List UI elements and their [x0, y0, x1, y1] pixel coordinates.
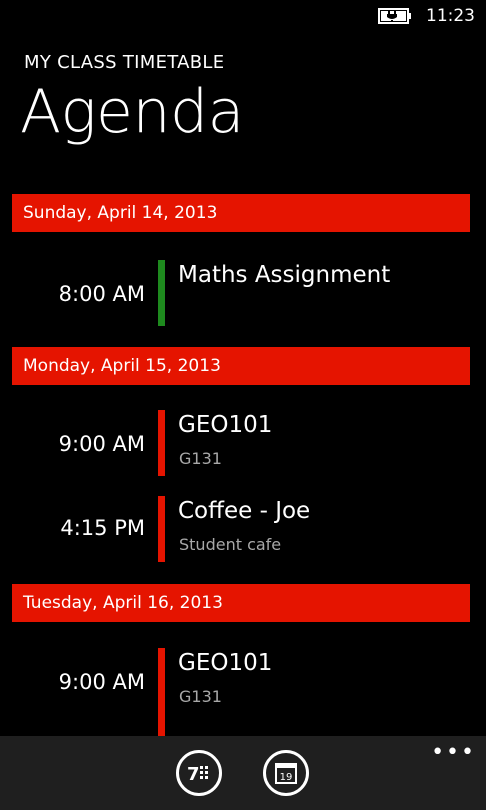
day-header: Sunday, April 14, 2013 [12, 194, 470, 232]
event-time: 9:00 AM [58, 432, 145, 456]
calendar-button[interactable]: 19 [263, 750, 309, 796]
battery-charging-icon [378, 8, 411, 24]
agenda-event[interactable]: 9:00 AM GEO101 G131 [0, 410, 486, 480]
event-color-bar [158, 410, 165, 476]
event-color-bar [158, 496, 165, 562]
more-options-icon[interactable]: ••• [431, 742, 476, 764]
event-color-bar [158, 260, 165, 326]
day-header: Tuesday, April 16, 2013 [12, 584, 470, 622]
page-title: Agenda [20, 77, 244, 147]
event-location: G131 [179, 449, 222, 468]
agenda-event[interactable]: 8:00 AM Maths Assignment [0, 260, 486, 330]
svg-text:19: 19 [280, 772, 293, 783]
agenda-event[interactable]: 9:00 AM GEO101 G131 [0, 648, 486, 736]
week-view-button[interactable]: 7 [176, 750, 222, 796]
calendar-icon: 19 [275, 763, 297, 784]
app-title: MY CLASS TIMETABLE [24, 52, 225, 73]
event-color-bar [158, 648, 165, 736]
event-time: 9:00 AM [58, 670, 145, 694]
event-title: Maths Assignment [178, 262, 391, 288]
agenda-event[interactable]: 4:15 PM Coffee - Joe Student cafe [0, 496, 486, 566]
week-view-icon: 7 [187, 764, 208, 784]
event-time: 8:00 AM [58, 282, 145, 306]
event-time: 4:15 PM [60, 516, 145, 540]
event-location: G131 [179, 687, 222, 706]
event-title: Coffee - Joe [178, 498, 311, 524]
event-title: GEO101 [178, 412, 273, 438]
event-title: GEO101 [178, 650, 273, 676]
status-bar: 11:23 [0, 0, 486, 32]
screen: 11:23 MY CLASS TIMETABLE Agenda Sunday, … [0, 0, 486, 810]
status-clock: 11:23 [426, 6, 475, 26]
event-location: Student cafe [179, 535, 282, 554]
agenda-list[interactable]: Sunday, April 14, 2013 8:00 AM Maths Ass… [0, 194, 486, 736]
svg-text:7: 7 [187, 764, 200, 784]
day-header: Monday, April 15, 2013 [12, 347, 470, 385]
app-bar: 7 19 ••• [0, 736, 486, 810]
